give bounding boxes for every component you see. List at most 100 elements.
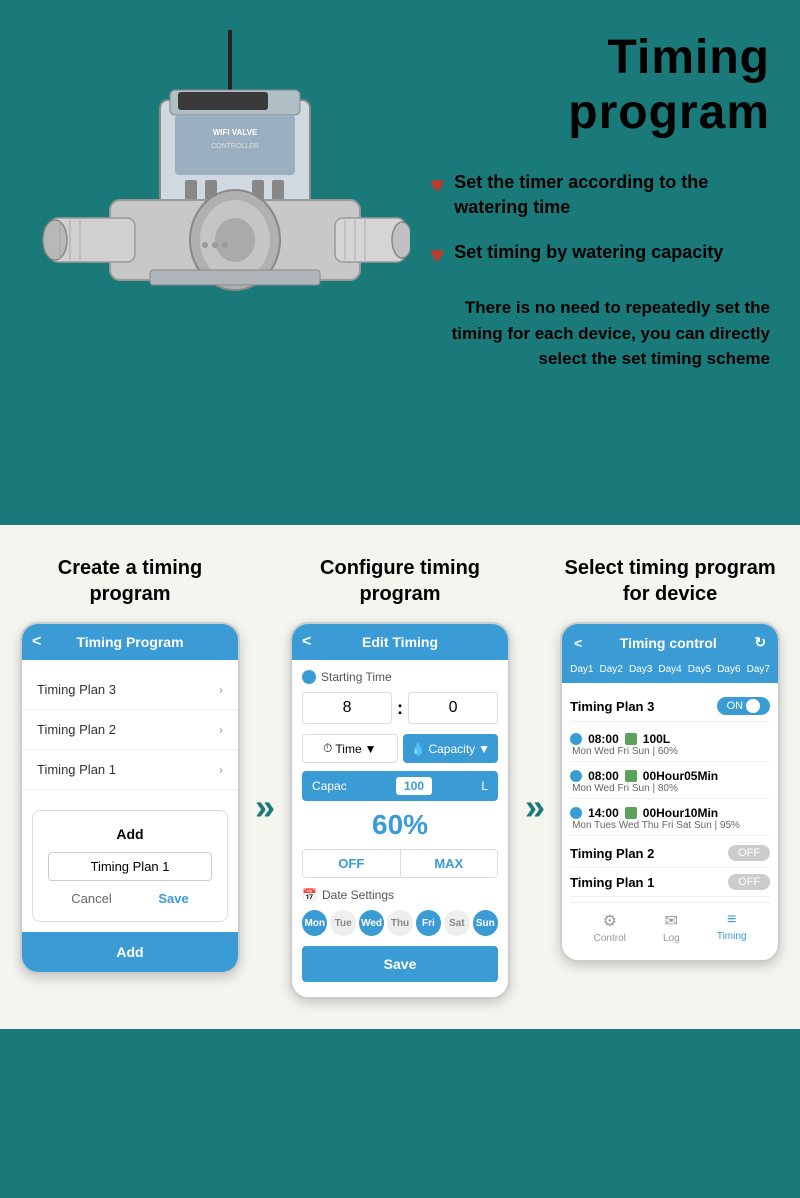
save-button-full[interactable]: Save	[302, 946, 498, 982]
starting-time-label: Starting Time	[302, 670, 498, 684]
plan-2-row: Timing Plan 2 OFF	[570, 839, 770, 868]
phone-1-header: < Timing Program	[22, 624, 238, 660]
phone-nav: ⚙ Control ✉ Log ≡ Timing	[570, 902, 770, 952]
schedule-item-3-top: 14:00 00Hour10Min	[570, 806, 770, 820]
time-inputs: 8 : 0	[302, 692, 498, 724]
day-fri[interactable]: Fri	[416, 910, 441, 936]
timing-list-item-2[interactable]: Timing Plan 2 ›	[22, 710, 238, 750]
day-thu[interactable]: Thu	[387, 910, 412, 936]
heart-icon-1: ♥	[430, 172, 444, 200]
plan-1-row: Timing Plan 1 OFF	[570, 868, 770, 897]
plan-1-toggle[interactable]: OFF	[728, 874, 770, 890]
step-1-title: Create a timing program	[20, 555, 240, 607]
back-btn-3[interactable]: <	[574, 635, 582, 651]
plan-1-name: Timing Plan 1	[570, 875, 654, 890]
step-3-title: Select timing program for device	[560, 555, 780, 607]
nav-control[interactable]: ⚙ Control	[594, 911, 626, 944]
time-selector[interactable]: ⏱ Time ▼	[302, 734, 398, 763]
days-row: Mon Tue Wed Thu Fri Sat Sun	[302, 910, 498, 936]
capacity-selector[interactable]: 💧 Capacity ▼	[403, 734, 499, 763]
capacity-bar-unit: L	[481, 779, 488, 793]
time-icon-1	[570, 733, 582, 745]
device-image: WIFI VALVE CONTROLLER	[30, 20, 410, 495]
plan-3-name: Timing Plan 3	[570, 699, 654, 714]
svg-text:WIFI VALVE: WIFI VALVE	[213, 128, 258, 137]
percent-display: 60%	[302, 809, 498, 841]
arrow-1: ›	[219, 683, 223, 697]
schedule-item-3: 14:00 00Hour10Min Mon Tues Wed Thu Fri S…	[570, 802, 770, 836]
day-tab-7[interactable]: Day7	[744, 661, 773, 678]
capacity-bar-value[interactable]: 100	[396, 777, 432, 795]
svg-text:CONTROLLER: CONTROLLER	[211, 143, 259, 150]
arrow-3: ›	[219, 763, 223, 777]
clock-icon	[302, 670, 316, 684]
schedule-item-1-top: 08:00 100L	[570, 732, 770, 746]
phone-2-header-title: Edit Timing	[362, 634, 438, 650]
day-tue[interactable]: Tue	[330, 910, 355, 936]
arrow-step-1: »	[255, 786, 275, 828]
page-title: Timing program	[430, 30, 770, 140]
nav-timing[interactable]: ≡ Timing	[717, 911, 747, 944]
day-tab-3[interactable]: Day3	[626, 661, 655, 678]
timing-control-body: Timing Plan 3 ON 08:00 100L	[562, 683, 778, 960]
day-sun[interactable]: Sun	[473, 910, 498, 936]
device-svg: WIFI VALVE CONTROLLER	[30, 20, 410, 490]
timing-list-item-1[interactable]: Timing Plan 3 ›	[22, 670, 238, 710]
phone-2-header: < Edit Timing	[292, 624, 508, 660]
day-tab-1[interactable]: Day1	[567, 661, 596, 678]
off-button[interactable]: OFF	[303, 850, 401, 877]
day-tab-5[interactable]: Day5	[685, 661, 714, 678]
date-settings-label: 📅 Date Settings	[302, 888, 498, 902]
timing-icon: ≡	[727, 911, 736, 929]
time-colon: :	[397, 698, 403, 719]
max-button[interactable]: MAX	[401, 850, 498, 877]
add-modal-title: Add	[48, 826, 212, 842]
plan-3-toggle[interactable]: ON	[717, 697, 771, 715]
plan-2-toggle[interactable]: OFF	[728, 845, 770, 861]
day-sat[interactable]: Sat	[444, 910, 469, 936]
time-icon-3	[570, 807, 582, 819]
add-modal: Add Cancel Save	[32, 810, 228, 922]
selectors-row: ⏱ Time ▼ 💧 Capacity ▼	[302, 734, 498, 763]
feature-list: ♥ Set the timer according to the waterin…	[430, 170, 770, 270]
refresh-icon[interactable]: ↻	[754, 634, 766, 651]
steps-container: Create a timing program < Timing Program…	[20, 555, 780, 999]
day-tab-4[interactable]: Day4	[655, 661, 684, 678]
nav-log[interactable]: ✉ Log	[663, 911, 680, 944]
schedule-item-2-top: 08:00 00Hour05Min	[570, 769, 770, 783]
add-bar[interactable]: Add	[22, 932, 238, 972]
hour-input[interactable]: 8	[302, 692, 392, 724]
capacity-bar: Capac 100 L	[302, 771, 498, 801]
day-mon[interactable]: Mon	[302, 910, 327, 936]
phone-1: < Timing Program Timing Plan 3 › Timing …	[20, 622, 240, 974]
day-wed[interactable]: Wed	[359, 910, 384, 936]
feature-text-2: Set timing by watering capacity	[454, 240, 723, 265]
days-tab-row: Day1 Day2 Day3 Day4 Day5 Day6 Day7	[562, 661, 778, 683]
phone-3: < Timing control ↻ Day1 Day2 Day3 Day4 D…	[560, 622, 780, 962]
phone-2: < Edit Timing Starting Time 8 : 0	[290, 622, 510, 999]
day-tab-2[interactable]: Day2	[596, 661, 625, 678]
cancel-button[interactable]: Cancel	[71, 891, 111, 906]
minute-input[interactable]: 0	[408, 692, 498, 724]
timing-plan-input[interactable]	[48, 852, 212, 881]
step-3: Select timing program for device < Timin…	[560, 555, 780, 962]
capacity-icon: 💧	[411, 742, 426, 756]
feature-item-1: ♥ Set the timer according to the waterin…	[430, 170, 770, 220]
schedule-item-1-bottom: Mon Wed Fri Sun | 60%	[570, 746, 770, 757]
cap-icon-2	[625, 770, 637, 782]
save-button-modal[interactable]: Save	[158, 891, 188, 906]
phone-1-header-title: Timing Program	[76, 634, 183, 650]
schedule-item-1: 08:00 100L Mon Wed Fri Sun | 60%	[570, 728, 770, 762]
plan-3-header: Timing Plan 3 ON	[570, 691, 770, 722]
timing-list-item-3[interactable]: Timing Plan 1 ›	[22, 750, 238, 790]
day-tab-6[interactable]: Day6	[714, 661, 743, 678]
arrow-2: ›	[219, 723, 223, 737]
back-btn-1[interactable]: <	[32, 633, 41, 651]
edit-timing-body: Starting Time 8 : 0 ⏱ Time ▼	[292, 660, 508, 997]
back-btn-2[interactable]: <	[302, 633, 311, 651]
control-icon: ⚙	[603, 911, 617, 931]
timing-list: Timing Plan 3 › Timing Plan 2 › Timing P…	[22, 660, 238, 800]
description-text: There is no need to repeatedly set the t…	[430, 295, 770, 372]
toggle-circle-3	[746, 699, 760, 713]
right-content: Timing program ♥ Set the timer according…	[410, 20, 770, 372]
